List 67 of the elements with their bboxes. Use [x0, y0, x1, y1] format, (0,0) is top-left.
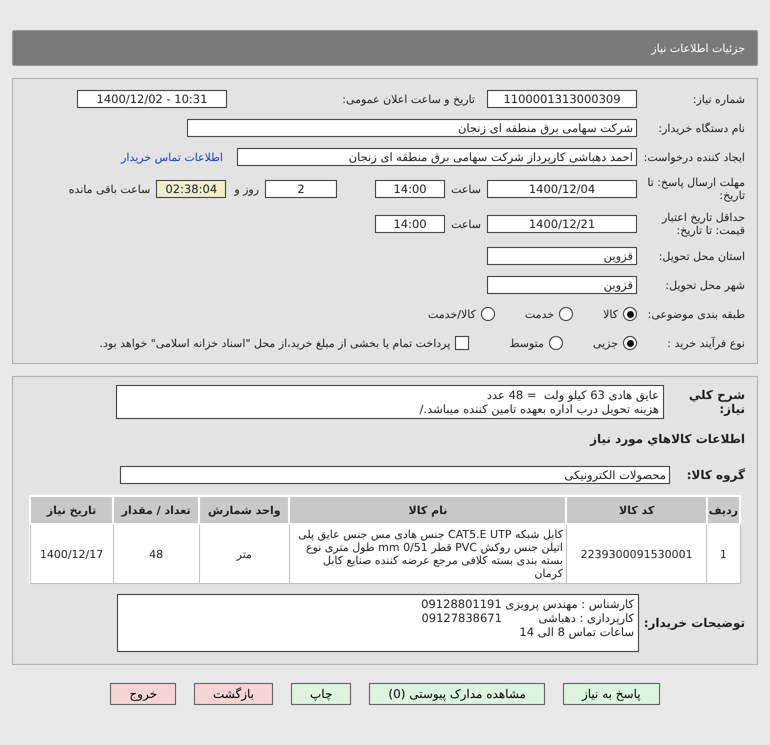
column-header: ردیف	[706, 496, 740, 524]
field-label: طبقه بندی موضوعی:	[646, 308, 746, 320]
radio-label: خدمت	[524, 308, 554, 320]
field-label: استان محل تحویل:	[658, 250, 746, 262]
field-label: شرح کلي نياز:	[688, 388, 746, 416]
validity-date-field: 1400/12/21	[487, 215, 637, 233]
column-header: تاریخ نیاز	[30, 496, 114, 524]
deadline-time-field: 14:00	[375, 180, 446, 198]
field-label: ایجاد کننده درخواست:	[642, 150, 746, 164]
radio-label: کالا/خدمت	[428, 308, 476, 320]
radio-label: متوسط	[509, 336, 544, 350]
table-cell: 1	[706, 524, 740, 584]
notes-line: کارشناس : مهندس پرویزی 09128801191	[420, 597, 634, 611]
column-header: کد کالا	[566, 496, 707, 524]
field-label: شماره نیاز:	[692, 92, 746, 106]
field-label: توضیحات خریدار:	[642, 616, 746, 630]
notes-line: ساعات تماس 8 الی 14	[518, 625, 634, 639]
province-field: قزوین	[487, 247, 637, 265]
section-title: اطلاعات کالاهاي مورد نياز	[588, 432, 746, 446]
radio-button[interactable]	[559, 307, 574, 321]
time-label: ساعت	[451, 182, 481, 196]
city-field: قزوین	[487, 276, 637, 294]
field-label: گروه کالا:	[686, 468, 746, 482]
field-label: نام دستگاه خریدار:	[657, 122, 746, 134]
need-number-field: 1100001313000309	[487, 90, 637, 108]
announce-date-field: 1400/12/02 - 10:31	[77, 90, 227, 108]
deadline-date-field: 1400/12/04	[487, 180, 637, 198]
table-cell: 2239300091530001	[566, 524, 707, 584]
description-line: عایق هادی 63 کیلو ولت = 48 عدد	[486, 388, 659, 402]
column-header: نام کالا	[289, 496, 566, 524]
radio-button[interactable]	[623, 307, 637, 321]
action-button[interactable]: مشاهده مدارک پیوستی (0)	[369, 683, 545, 705]
validity-time-field: 14:00	[375, 215, 446, 233]
table-cell: متر	[199, 524, 290, 584]
action-button[interactable]: چاپ	[291, 683, 352, 705]
remaining-time-field: 02:38:04	[156, 180, 226, 198]
field-label: تاریخ و ساعت اعلان عمومی:	[341, 92, 476, 106]
remaining-label: ساعت باقی مانده	[68, 182, 150, 196]
notes-line: کارپردازی : دهباشی 09127838671	[420, 611, 634, 625]
radio-button[interactable]	[548, 336, 563, 350]
days-field: 2	[265, 180, 338, 198]
goods-group-field: محصولات الکترونیکی	[120, 466, 670, 484]
field-label: نوع فرآیند خرید :	[666, 336, 746, 350]
radio-button[interactable]	[623, 336, 637, 350]
action-button[interactable]: بازگشت	[194, 683, 273, 705]
page-title: جزئیات اطلاعات نیاز	[651, 42, 745, 54]
buyer-org-field: شرکت سهامی برق منطقه ای زنجان	[187, 119, 637, 137]
action-button[interactable]: پاسخ به نیاز	[562, 683, 660, 705]
action-button[interactable]: خروج	[110, 683, 176, 705]
description-line: هزینه تحویل درب اداره بعهده تامین کننده میباشد./	[418, 402, 659, 416]
table-cell: کابل شبکه CAT5.E UTP جنس هادی مس جنس عایق پلی اتیلن جنس روکش PVC قطر 0/51 mm طول متری نوع بسته بندی بسته کلافی مرجع عرضه کننده صنایع کابل کرمان	[289, 524, 566, 584]
checkbox[interactable]	[455, 336, 470, 350]
radio-button[interactable]	[480, 307, 495, 321]
field-label: شهر محل تحویل:	[664, 278, 746, 292]
table-cell: 1400/12/17	[30, 524, 114, 584]
field-label: حداقل تاریخ اعتبار قیمت: تا تاریخ:	[660, 211, 746, 237]
buyer-contact-link[interactable]: اطلاعات تماس خریدار	[121, 150, 223, 164]
payment-note: پرداخت تمام یا بخشی از مبلغ خرید،از محل "اسناد خزانه اسلامی" خواهد بود.	[100, 336, 450, 350]
radio-label: کالا	[603, 308, 618, 320]
field-label: مهلت ارسال پاسخ: تا تاریخ:	[646, 176, 746, 202]
table-cell: 48	[113, 524, 200, 584]
column-header: واحد شمارش	[199, 496, 290, 524]
days-label: روز و	[234, 182, 260, 196]
time-label: ساعت	[451, 218, 481, 230]
requester-field: احمد دهباشی کارپرداز شرکت سهامی برق منطقه ای زنجان	[237, 148, 637, 166]
column-header: تعداد / مقدار	[113, 496, 200, 524]
radio-label: جزیی	[592, 336, 618, 350]
